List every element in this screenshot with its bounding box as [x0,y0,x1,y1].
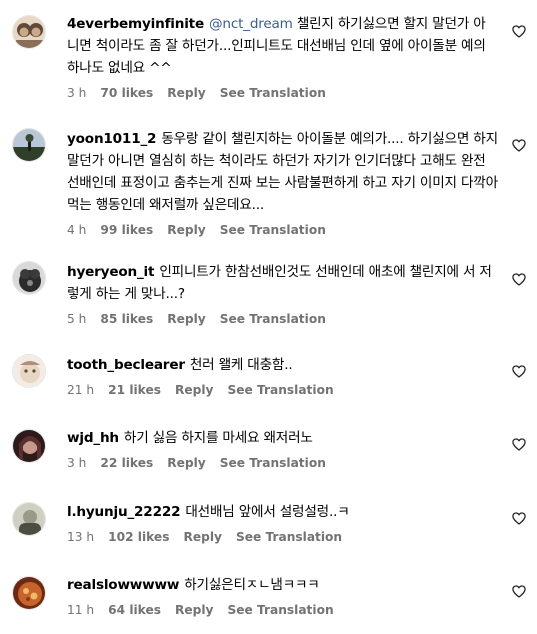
comment-username[interactable]: 4everbemyinfinite [67,16,204,32]
comment-time: 3 h [67,456,87,470]
likes-count[interactable]: 99 likes [100,223,153,237]
reply-button[interactable]: Reply [167,312,206,326]
comment-username[interactable]: yoon1011_2 [67,131,157,147]
comment-username[interactable]: wjd_hh [67,430,119,446]
comment-text: l.hyunju_22222 대선배님 앞에서 설렁설렁..ㅋ [67,501,500,523]
see-translation-button[interactable]: See Translation [220,86,326,100]
comment-meta: 3 h 22 likes Reply See Translation [67,456,500,470]
comment-time: 5 h [67,312,87,326]
comment-content: wjd_hh 하기 싫음 하지를 마세요 왜저러노 3 h 22 likes Repl… [67,427,500,470]
comment-text: 4everbemyinfinite @nct_dream 챌린지 하기싫으면 할지… [67,13,500,79]
see-translation-button[interactable]: See Translation [236,530,342,544]
see-translation-button[interactable]: See Translation [227,383,333,397]
comment-text: realslowwwww 하기싫은티ㅈㄴ냄ㅋㅋㅋ [67,574,500,596]
comment-time: 4 h [67,223,87,237]
comment-content: l.hyunju_22222 대선배님 앞에서 설렁설렁..ㅋ 13 h 102 l… [67,501,500,544]
like-heart-icon[interactable] [512,365,526,378]
comment-username[interactable]: realslowwwww [67,577,179,593]
comment-body: 하기싫은티ㅈㄴ냄ㅋㅋㅋ [184,577,320,593]
likes-count[interactable]: 85 likes [100,312,153,326]
avatar-image [13,503,45,535]
avatar[interactable] [12,128,46,162]
reply-button[interactable]: Reply [183,530,222,544]
like-heart-icon[interactable] [512,585,526,598]
avatar-image [13,355,45,387]
like-heart-icon[interactable] [512,438,526,451]
likes-count[interactable]: 102 likes [108,530,169,544]
comment-meta: 13 h 102 likes Reply See Translation [67,530,500,544]
like-heart-icon[interactable] [512,273,526,286]
comment-body: 하기 싫음 하지를 마세요 왜저러노 [123,430,313,446]
see-translation-button[interactable]: See Translation [227,603,333,617]
comment-time: 13 h [67,530,95,544]
comment-body: 대선배님 앞에서 설렁설렁..ㅋ [185,504,350,520]
avatar-image [13,129,45,161]
like-heart-icon[interactable] [512,25,526,38]
likes-count[interactable]: 70 likes [100,86,153,100]
avatar-image [13,577,45,609]
comment-meta: 3 h 70 likes Reply See Translation [67,86,500,100]
comment-username[interactable]: hyeryeon_it [67,264,155,280]
reply-button[interactable]: Reply [167,456,206,470]
comment-text: wjd_hh 하기 싫음 하지를 마세요 왜저러노 [67,427,500,449]
comment-body: 천러 왤케 대충함.. [189,357,293,373]
comment-meta: 4 h 99 likes Reply See Translation [67,223,500,237]
avatar[interactable] [12,502,46,536]
comment-time: 21 h [67,383,95,397]
like-heart-icon[interactable] [512,512,526,525]
reply-button[interactable]: Reply [175,383,214,397]
comment-content: 4everbemyinfinite @nct_dream 챌린지 하기싫으면 할지… [67,13,500,100]
comment-meta: 11 h 64 likes Reply See Translation [67,603,500,617]
comment-content: yoon1011_2 동우랑 같이 챌린지하는 아이돌분 예의가.... 하기싫으… [67,128,500,237]
see-translation-button[interactable]: See Translation [220,312,326,326]
comment-meta: 5 h 85 likes Reply See Translation [67,312,500,326]
likes-count[interactable]: 64 likes [108,603,161,617]
avatar-image [13,16,45,48]
mention-link[interactable]: @nct_dream [209,16,293,32]
reply-button[interactable]: Reply [167,86,206,100]
avatar[interactable] [12,429,46,463]
avatar[interactable] [12,261,46,295]
comment-time: 11 h [67,603,95,617]
likes-count[interactable]: 22 likes [100,456,153,470]
comment-content: tooth_beclearer 천러 왤케 대충함.. 21 h 21 likes R… [67,354,500,397]
reply-button[interactable]: Reply [175,603,214,617]
see-translation-button[interactable]: See Translation [220,223,326,237]
avatar-image [13,430,45,462]
avatar[interactable] [12,15,46,49]
like-heart-icon[interactable] [512,139,526,152]
comment-meta: 21 h 21 likes Reply See Translation [67,383,500,397]
reply-button[interactable]: Reply [167,223,206,237]
comment-text: yoon1011_2 동우랑 같이 챌린지하는 아이돌분 예의가.... 하기싫으… [67,128,500,216]
comment-username[interactable]: l.hyunju_22222 [67,504,181,520]
avatar[interactable] [12,354,46,388]
comment-content: hyeryeon_it 인피니트가 한참선배인것도 선배인데 애초에 챌린지에 서… [67,261,500,326]
comment-text: tooth_beclearer 천러 왤케 대충함.. [67,354,500,376]
comment-time: 3 h [67,86,87,100]
comment-content: realslowwwww 하기싫은티ㅈㄴ냄ㅋㅋㅋ 11 h 64 likes Repl… [67,574,500,617]
likes-count[interactable]: 21 likes [108,383,161,397]
comment-username[interactable]: tooth_beclearer [67,357,185,373]
comment-text: hyeryeon_it 인피니트가 한참선배인것도 선배인데 애초에 챌린지에 서… [67,261,500,305]
see-translation-button[interactable]: See Translation [220,456,326,470]
avatar-image [13,262,45,294]
avatar[interactable] [12,576,46,610]
